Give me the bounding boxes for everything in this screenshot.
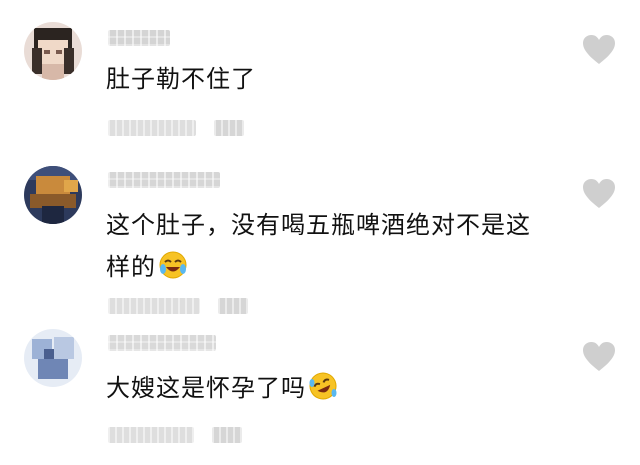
like-heart-icon[interactable] <box>582 341 616 373</box>
crying-laughing-emoji <box>158 250 188 280</box>
like-heart-icon[interactable] <box>582 178 616 210</box>
comment-meta <box>108 298 248 314</box>
comment-text: 肚子勒不住了 <box>106 58 550 100</box>
timestamp-pixelated <box>108 120 196 136</box>
reply-button-pixelated[interactable] <box>218 298 248 314</box>
username-pixelated[interactable] <box>108 172 220 188</box>
timestamp-pixelated <box>108 298 200 314</box>
timestamp-pixelated <box>108 427 194 443</box>
comment-text-content: 大嫂这是怀孕了吗 <box>106 374 306 402</box>
comment-meta <box>108 120 244 136</box>
comment-item: 大嫂这是怀孕了吗 <box>0 315 640 465</box>
avatar[interactable] <box>24 329 82 387</box>
username-pixelated[interactable] <box>108 30 170 46</box>
reply-button-pixelated[interactable] <box>212 427 242 443</box>
comment-text: 大嫂这是怀孕了吗 <box>106 367 550 409</box>
reply-button-pixelated[interactable] <box>214 120 244 136</box>
avatar[interactable] <box>24 22 82 80</box>
comment-text: 这个肚子，没有喝五瓶啤酒绝对不是这样的 <box>106 204 550 288</box>
avatar[interactable] <box>24 166 82 224</box>
username-pixelated[interactable] <box>108 335 216 351</box>
rofl-emoji <box>308 371 338 401</box>
comment-text-content: 肚子勒不住了 <box>106 65 256 93</box>
comment-item: 肚子勒不住了 <box>0 0 640 150</box>
comment-meta <box>108 427 242 443</box>
comment-item: 这个肚子，没有喝五瓶啤酒绝对不是这样的 <box>0 150 640 315</box>
like-heart-icon[interactable] <box>582 34 616 66</box>
